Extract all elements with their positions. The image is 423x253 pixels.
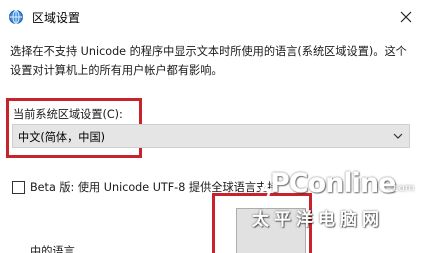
beta-utf8-checkbox[interactable] xyxy=(12,181,25,194)
watermark-chinese: 太平洋电脑网 xyxy=(252,210,384,230)
locale-label: 当前系统区域设置(C): xyxy=(13,108,123,121)
watermark-domain: .com xyxy=(390,183,415,194)
chevron-down-icon xyxy=(393,133,403,139)
region-globe-icon xyxy=(9,10,23,24)
close-button[interactable] xyxy=(393,4,419,30)
window-title: 区域设置 xyxy=(32,11,81,25)
locale-select-value: 中文(简体，中国) xyxy=(18,131,106,144)
close-icon xyxy=(400,11,412,23)
locale-select[interactable]: 中文(简体，中国) xyxy=(12,124,410,148)
description-text: 选择在不支持 Unicode 的程序中显示文本时所使用的语言(系统区域设置)。这… xyxy=(10,45,407,77)
title-bar: 区域设置 xyxy=(0,0,423,34)
watermark-brand: PConline xyxy=(270,168,396,199)
clipped-label: 中的语言 xyxy=(30,245,75,253)
